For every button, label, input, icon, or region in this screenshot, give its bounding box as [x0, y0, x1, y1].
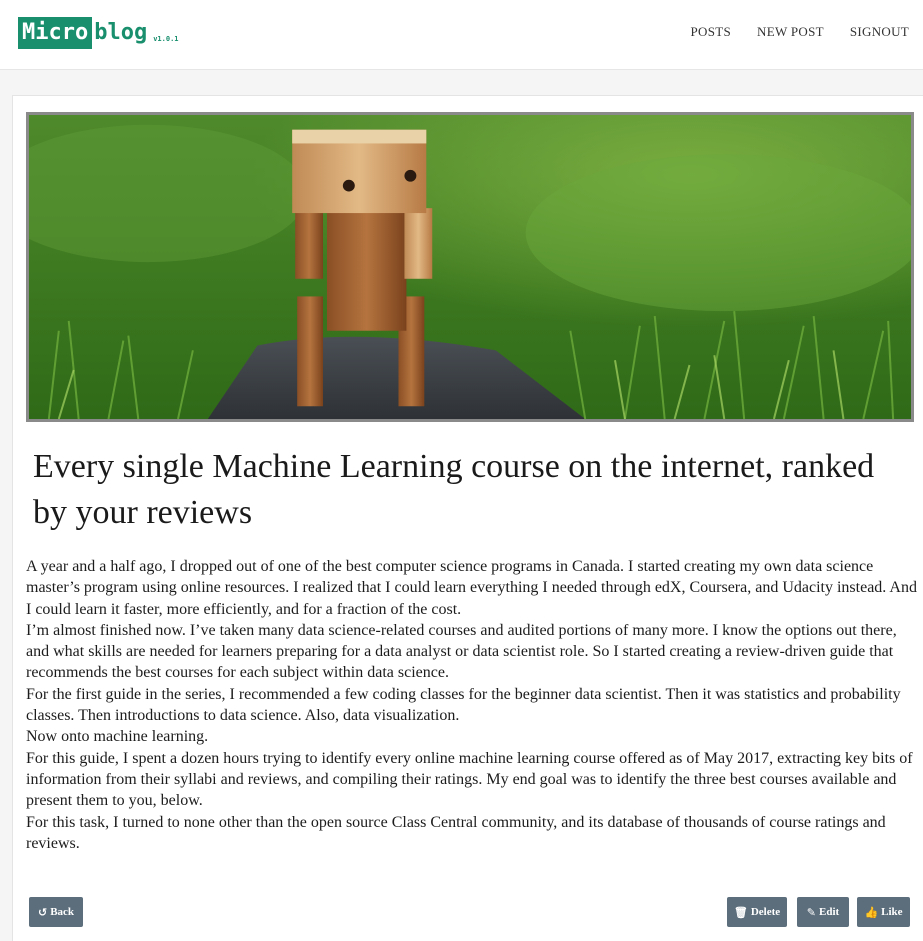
trash-icon: 🗑 — [733, 905, 748, 919]
robot-on-grass-image — [29, 115, 911, 419]
nav-links: POSTS NEW POST SIGNOUT — [691, 24, 910, 40]
edit-label: Edit — [819, 906, 840, 918]
post-paragraph: I’m almost finished now. I’ve taken many… — [26, 621, 897, 682]
post-title: Every single Machine Learning course on … — [33, 448, 875, 531]
nav-new-post[interactable]: NEW POST — [757, 24, 824, 40]
edit-icon: ✎ — [806, 905, 817, 919]
thumbs-up-icon: 👍 — [864, 905, 879, 919]
back-button[interactable]: ↺ Back — [29, 897, 83, 927]
undo-icon: ↺ — [37, 905, 48, 919]
logo-version: v1.0.1 — [153, 35, 179, 43]
delete-label: Delete — [750, 906, 781, 918]
logo[interactable]: Micro blog v1.0.1 — [18, 16, 179, 50]
post-paragraph: Now onto machine learning. — [26, 728, 209, 746]
navbar: Micro blog v1.0.1 POSTS NEW POST SIGNOUT — [0, 0, 923, 70]
edit-button[interactable]: ✎ Edit — [797, 897, 849, 927]
nav-posts[interactable]: POSTS — [691, 24, 732, 40]
post-paragraph: For this guide, I spent a dozen hours tr… — [26, 749, 913, 810]
post-card: Every single Machine Learning course on … — [12, 95, 923, 941]
post-paragraph: For this task, I turned to none other th… — [26, 813, 886, 852]
post-paragraph: For the first guide in the series, I rec… — [26, 685, 901, 725]
back-label: Back — [50, 906, 75, 918]
like-button[interactable]: 👍 Like — [857, 897, 910, 927]
post-image — [26, 112, 914, 422]
logo-text: blog — [94, 20, 148, 45]
logo-box: Micro — [18, 17, 93, 49]
post-paragraph: A year and a half ago, I dropped out of … — [26, 558, 917, 618]
post-body: A year and a half ago, I dropped out of … — [26, 556, 921, 854]
nav-signout[interactable]: SIGNOUT — [850, 24, 909, 40]
delete-button[interactable]: 🗑 Delete — [727, 897, 787, 927]
like-label: Like — [881, 906, 903, 918]
